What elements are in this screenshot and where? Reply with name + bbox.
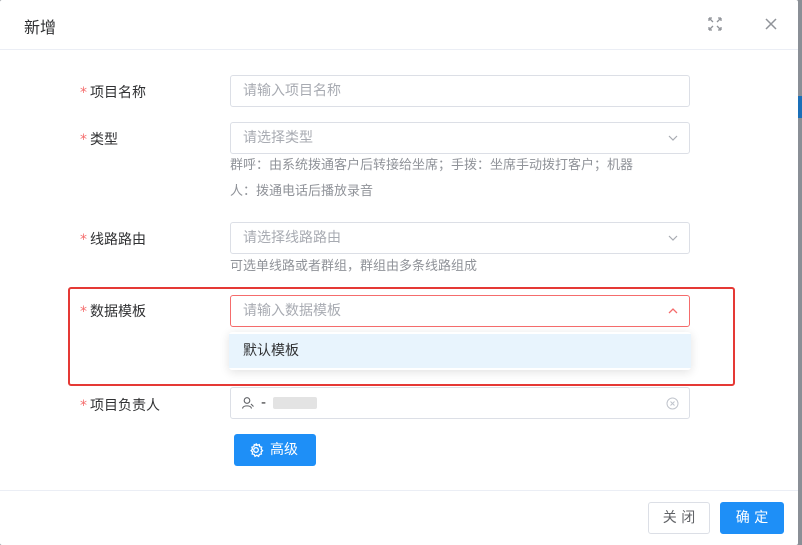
required-mark: * (80, 85, 87, 101)
route-select-placeholder: 请选择线路路由 (243, 230, 341, 246)
project-name-field[interactable] (230, 75, 690, 107)
project-name-label: * 项目名称 (80, 82, 228, 102)
advanced-button-label: 高级 (270, 442, 298, 458)
owner-label: * 项目负责人 (80, 395, 228, 415)
type-label-text: 类型 (90, 132, 118, 148)
chevron-up-icon (668, 308, 678, 314)
close-button[interactable]: 关 闭 (648, 502, 710, 534)
advanced-button[interactable]: 高级 (234, 434, 316, 466)
data-template-label: * 数据模板 (80, 301, 228, 321)
dialog-title: 新增 (24, 18, 57, 37)
clear-icon[interactable] (666, 397, 679, 410)
dialog-header: 新增 (0, 0, 798, 50)
project-name-label-text: 项目名称 (90, 85, 146, 101)
fullscreen-icon[interactable] (705, 14, 725, 34)
required-mark: * (80, 132, 87, 148)
chevron-down-icon (668, 235, 678, 241)
route-select[interactable]: 请选择线路路由 (230, 222, 690, 254)
project-name-input[interactable] (243, 77, 673, 105)
route-label-text: 线路路由 (90, 232, 146, 248)
owner-label-text: 项目负责人 (90, 398, 160, 414)
data-template-select[interactable]: 请输入数据模板 (230, 295, 690, 327)
dropdown-option-default-template[interactable]: 默认模板 (229, 334, 691, 368)
route-label: * 线路路由 (80, 229, 228, 249)
required-mark: * (80, 398, 87, 414)
required-mark: * (80, 304, 87, 320)
type-hint-line1: 群呼：由系统拨通客户后转接给坐席；手拨：坐席手动拨打客户；机器 (230, 158, 634, 173)
data-template-label-text: 数据模板 (90, 304, 146, 320)
owner-select[interactable]: - (230, 387, 690, 419)
type-select-placeholder: 请选择类型 (243, 130, 313, 146)
type-label: * 类型 (80, 129, 228, 149)
add-dialog: 新增 *项目名称 *类型 请选择类型 群呼：由系统拨通客户后转接给坐席；手拨：坐… (0, 0, 798, 545)
type-hint-line2: 人：拨通电话后播放录音 (230, 184, 374, 199)
confirm-button[interactable]: 确 定 (720, 502, 784, 534)
data-template-dropdown: 默认模板 (229, 332, 691, 370)
required-mark: * (80, 232, 87, 248)
user-icon (241, 397, 254, 409)
route-hint: 可选单线路或者群组，群组由多条线路组成 (230, 259, 478, 274)
data-template-placeholder: 请输入数据模板 (243, 303, 341, 319)
redacted-name (273, 397, 317, 409)
gear-icon (250, 443, 264, 458)
close-icon[interactable] (761, 14, 781, 34)
owner-value: - (261, 395, 267, 411)
dialog-footer: 关 闭 确 定 (0, 490, 798, 545)
background-strip (798, 96, 802, 118)
chevron-down-icon (668, 135, 678, 141)
type-select[interactable]: 请选择类型 (230, 122, 690, 154)
